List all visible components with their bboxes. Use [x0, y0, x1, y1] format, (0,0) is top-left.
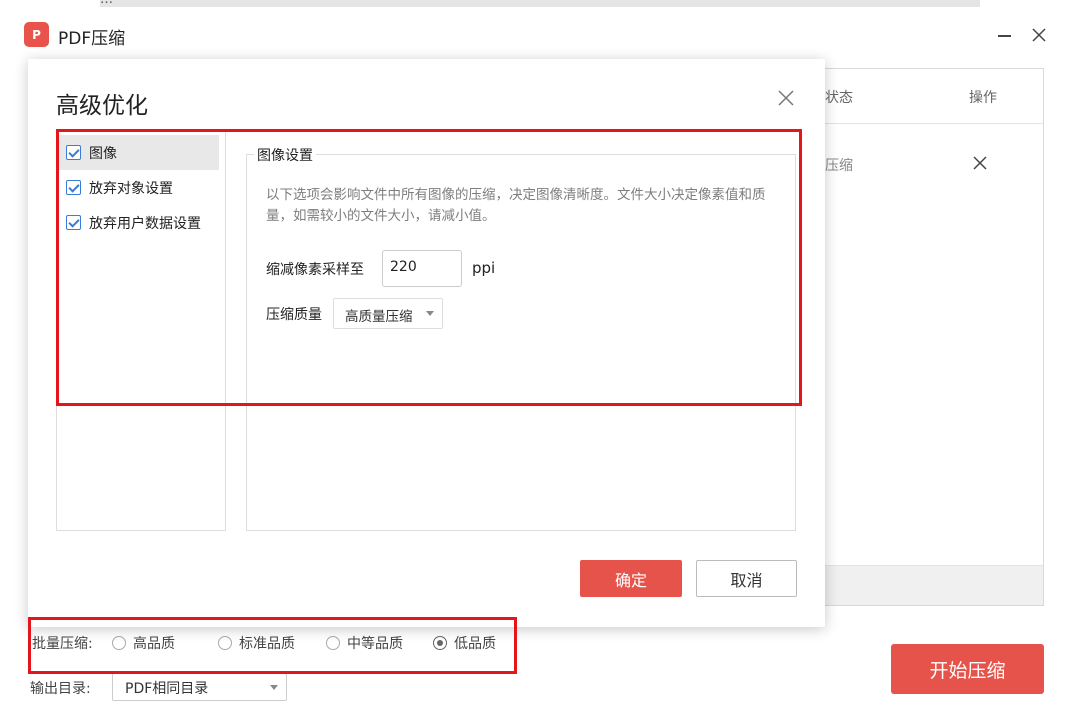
downsample-ppi-input[interactable]: 220 [382, 250, 462, 287]
window-title: PDF压缩 [58, 29, 126, 49]
radio-medium-quality[interactable]: 中等品质 [326, 633, 403, 653]
category-item-image[interactable]: 图像 [58, 135, 219, 170]
row-status: 压缩 [825, 158, 853, 174]
category-list: 图像 放弃对象设置 放弃用户数据设置 [56, 131, 226, 531]
output-dir-label: 输出目录: [30, 681, 91, 697]
image-settings-title: 图像设置 [254, 145, 316, 165]
advanced-optimization-dialog: 高级优化 图像 放弃对象设置 放弃用户数据设置 图像设置 以下选项会影响文件中所… [28, 59, 825, 627]
batch-compress-label: 批量压缩: [32, 636, 93, 652]
minimize-button[interactable] [995, 25, 1015, 45]
close-icon [1032, 28, 1046, 42]
cancel-button[interactable]: 取消 [696, 560, 797, 597]
downsample-label: 缩减像素采样至 [266, 262, 364, 278]
radio-standard-quality[interactable]: 标准品质 [218, 633, 295, 653]
radio-circle-checked [433, 636, 447, 650]
image-settings-description: 以下选项会影响文件中所有图像的压缩，决定图像清晰度。文件大小决定像素值和质量，如… [266, 187, 766, 224]
radio-circle [218, 636, 232, 650]
dropdown-arrow-icon [426, 311, 434, 316]
dropdown-arrow-icon [270, 685, 278, 690]
category-item-discard-user-data[interactable]: 放弃用户数据设置 [58, 205, 219, 240]
start-compress-button[interactable]: 开始压缩 [891, 644, 1044, 694]
category-item-discard-objects[interactable]: 放弃对象设置 [58, 170, 219, 205]
column-status: 状态 [825, 90, 853, 106]
dialog-close-button[interactable] [776, 88, 796, 108]
app-logo-icon: P [24, 22, 49, 47]
compression-quality-select[interactable]: 高质量压缩 [333, 298, 443, 329]
radio-low-quality[interactable]: 低品质 [433, 633, 496, 653]
column-operation: 操作 [969, 90, 997, 106]
top-cutoff-strip: … [100, 0, 980, 7]
radio-circle [326, 636, 340, 650]
close-icon [973, 156, 987, 170]
ppi-unit-label: ppi [472, 259, 496, 277]
close-icon [778, 90, 794, 106]
confirm-button[interactable]: 确定 [580, 560, 682, 597]
dialog-title: 高级优化 [56, 93, 148, 119]
remove-file-button[interactable] [971, 154, 989, 172]
compression-quality-label: 压缩质量 [266, 307, 322, 323]
table-header: 状态 操作 [801, 69, 1043, 124]
output-dir-select[interactable]: PDF相同目录 [112, 673, 287, 701]
checkbox-checked[interactable] [66, 215, 81, 230]
checkbox-checked[interactable] [66, 180, 81, 195]
checkbox-checked[interactable] [66, 145, 81, 160]
file-table: 状态 操作 压缩 [800, 68, 1044, 606]
close-window-button[interactable] [1030, 26, 1048, 44]
radio-high-quality[interactable]: 高品质 [112, 633, 175, 653]
table-footer [801, 565, 1043, 605]
radio-circle [112, 636, 126, 650]
